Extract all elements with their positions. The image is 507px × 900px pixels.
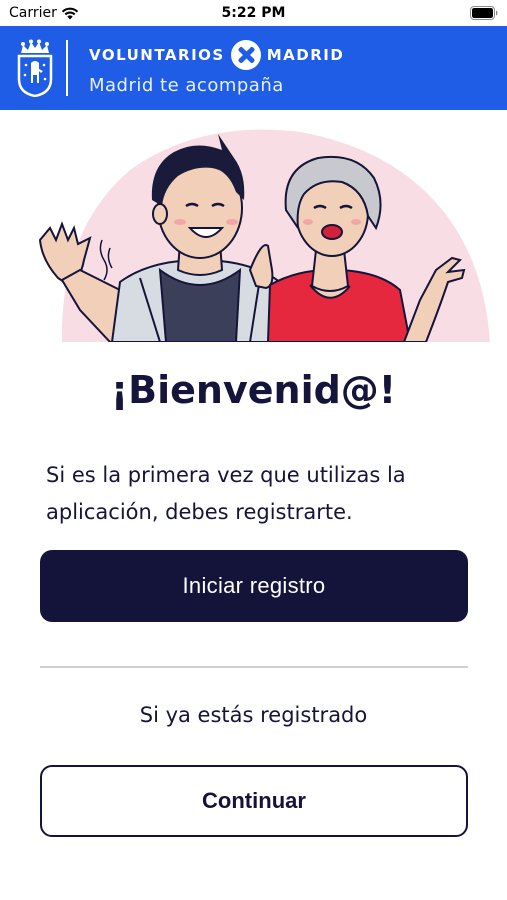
- app-header: VOLUNTARIOS MADRID Madrid te acompaña: [0, 26, 507, 110]
- continue-label: Continuar: [202, 788, 306, 813]
- start-registration-label: Iniciar registro: [182, 573, 326, 598]
- welcome-title: ¡Bienvenid@!: [110, 368, 397, 412]
- start-registration-button[interactable]: Iniciar registro: [40, 550, 468, 622]
- brand-wordmark: VOLUNTARIOS MADRID: [89, 40, 344, 70]
- brand-right-text: MADRID: [266, 46, 345, 64]
- volunteers-illustration: [38, 129, 490, 342]
- header-divider: [66, 40, 68, 96]
- continue-button[interactable]: Continuar: [40, 765, 468, 837]
- brand-x-icon: [230, 40, 261, 70]
- madrid-crest-icon: [17, 39, 53, 97]
- status-time: 5:22 PM: [221, 5, 286, 21]
- battery-icon: [470, 6, 498, 20]
- status-bar: Carrier 5:22 PM: [0, 0, 507, 26]
- header-tagline: Madrid te acompaña: [89, 75, 284, 96]
- section-divider: [40, 666, 468, 668]
- already-registered-text: Si ya estás registrado: [139, 703, 368, 727]
- brand-left-text: VOLUNTARIOS: [89, 46, 225, 64]
- intro-text: Si es la primera vez que utilizas la apl…: [46, 463, 406, 524]
- hero-illustration: [0, 110, 507, 342]
